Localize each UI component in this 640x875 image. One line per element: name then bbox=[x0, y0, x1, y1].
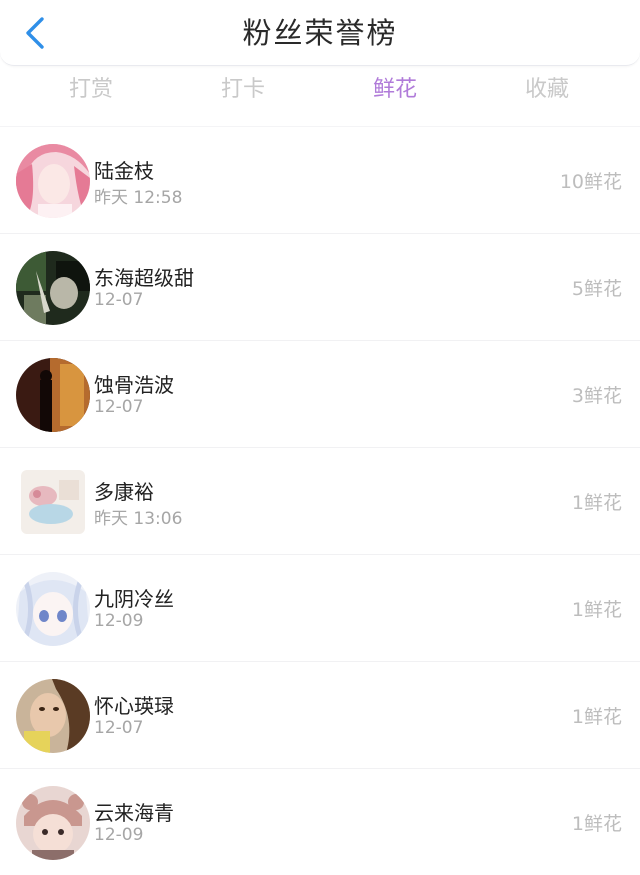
tab-checkin[interactable]: 打卡 bbox=[183, 72, 303, 108]
avatar[interactable] bbox=[16, 144, 90, 218]
fan-name: 怀心瑛琭 bbox=[94, 694, 174, 718]
timestamp: 12-07 bbox=[94, 718, 144, 738]
timestamp: 12-07 bbox=[94, 397, 144, 417]
list-item[interactable]: 九阴冷丝 12-09 1鲜花 bbox=[0, 554, 640, 661]
avatar[interactable] bbox=[21, 470, 85, 534]
avatar[interactable] bbox=[16, 679, 90, 753]
tab-reward[interactable]: 打赏 bbox=[31, 72, 151, 108]
fan-name: 云来海青 bbox=[94, 801, 174, 825]
fan-name: 九阴冷丝 bbox=[94, 587, 174, 611]
list-item[interactable]: 多康裕 昨天 13:06 1鲜花 bbox=[0, 447, 640, 554]
flower-count: 1鲜花 bbox=[571, 706, 622, 728]
tab-favorites[interactable]: 收藏 bbox=[487, 72, 607, 108]
timestamp: 昨天 12:58 bbox=[94, 188, 183, 208]
fan-name: 蚀骨浩波 bbox=[94, 373, 174, 397]
flower-count: 1鲜花 bbox=[571, 813, 622, 835]
avatar[interactable] bbox=[16, 572, 90, 646]
top-bar: 粉丝荣誉榜 bbox=[0, 0, 640, 66]
list-item[interactable]: 怀心瑛琭 12-07 1鲜花 bbox=[0, 661, 640, 768]
avatar[interactable] bbox=[16, 358, 90, 432]
flower-count: 3鲜花 bbox=[571, 385, 622, 407]
page-title: 粉丝荣誉榜 bbox=[242, 16, 398, 50]
list-item[interactable]: 蚀骨浩波 12-07 3鲜花 bbox=[0, 340, 640, 447]
fan-name: 多康裕 bbox=[94, 480, 154, 504]
list-item[interactable]: 陆金枝 昨天 12:58 10鲜花 bbox=[0, 126, 640, 233]
flower-count: 1鲜花 bbox=[571, 492, 622, 514]
timestamp: 昨天 13:06 bbox=[94, 509, 183, 529]
timestamp: 12-09 bbox=[94, 825, 144, 845]
fan-name: 陆金枝 bbox=[94, 159, 154, 183]
flower-count: 10鲜花 bbox=[559, 171, 622, 193]
timestamp: 12-09 bbox=[94, 611, 144, 631]
tab-flowers[interactable]: 鲜花 bbox=[335, 72, 455, 108]
flower-count: 1鲜花 bbox=[571, 599, 622, 621]
timestamp: 12-07 bbox=[94, 290, 144, 310]
list-item[interactable]: 东海超级甜 12-07 5鲜花 bbox=[0, 233, 640, 340]
flower-count: 5鲜花 bbox=[571, 278, 622, 300]
avatar[interactable] bbox=[16, 786, 90, 860]
list-item[interactable]: 云来海青 12-09 1鲜花 bbox=[0, 768, 640, 875]
fan-ranking-list: 陆金枝 昨天 12:58 10鲜花 东海超级甜 12-07 5鲜花 蚀骨浩波 1… bbox=[0, 126, 640, 875]
tab-bar: 打赏 打卡 鲜花 收藏 bbox=[0, 66, 640, 114]
avatar[interactable] bbox=[16, 251, 90, 325]
fan-name: 东海超级甜 bbox=[94, 266, 194, 290]
